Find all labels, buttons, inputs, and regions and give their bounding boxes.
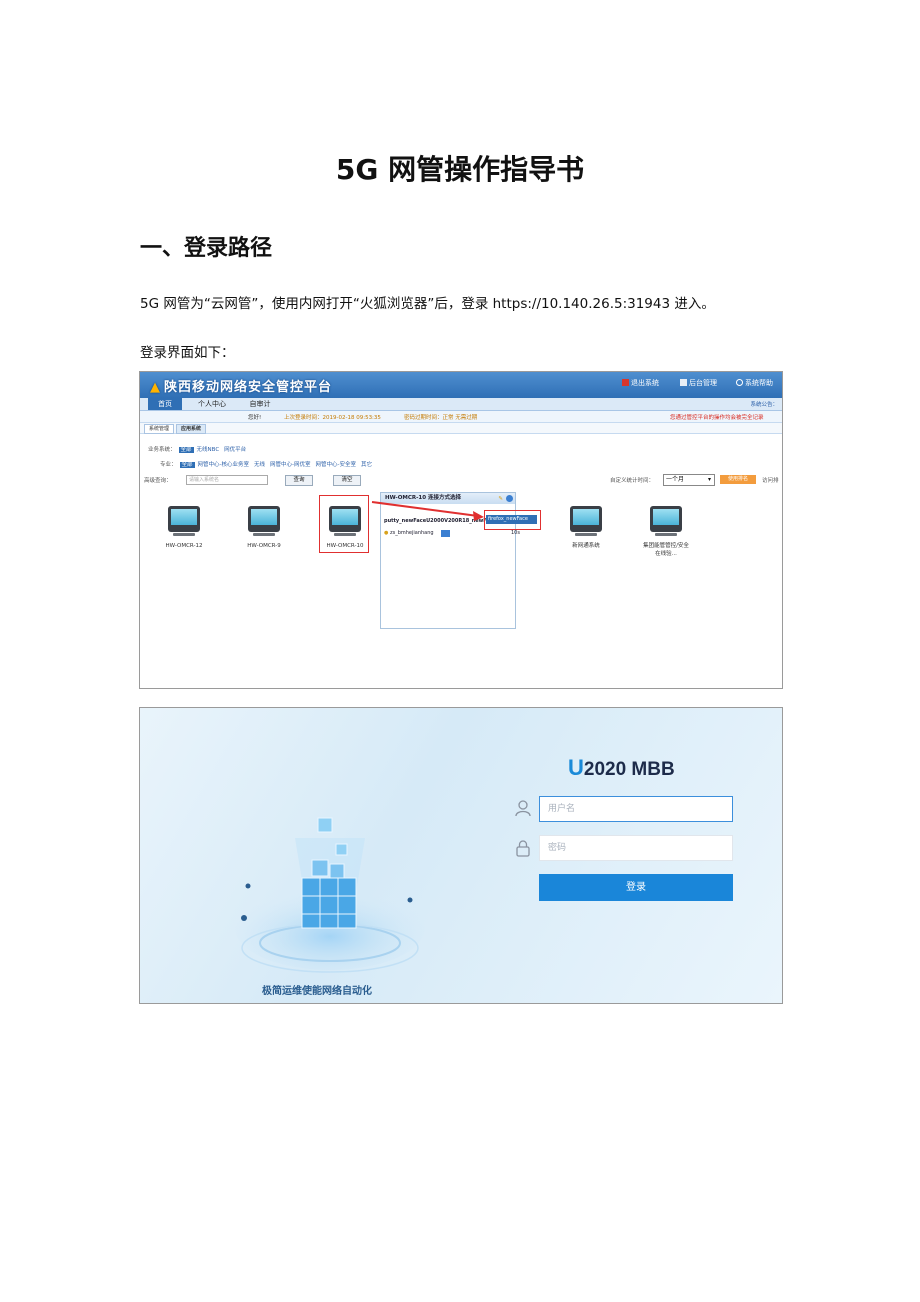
monitor-icon [650, 506, 682, 532]
highlight-box [319, 495, 369, 553]
tile-label-line2: 在线验... [655, 551, 677, 557]
user-icon [515, 800, 531, 817]
info-bar: 您好! 上次登录时间：2019-02-18 09:53:35 密码过期时间：正常… [140, 411, 782, 423]
admin-icon [680, 379, 687, 386]
logout-button[interactable]: 退出系统 [622, 378, 659, 388]
red-arrow-icon [371, 501, 484, 521]
major-optimize[interactable]: 网管中心-网优室 [270, 462, 311, 468]
portal-screenshot: ▲ 陕西移动网络安全管控平台 退出系统 后台管理 系统帮助 首页 个人中心 自审计… [139, 371, 783, 689]
major-other[interactable]: 其它 [361, 462, 372, 468]
password-expiry: 密码过期时间：正常 无需过期 [404, 415, 478, 421]
account-row: ● zs_bmhejianhang [384, 530, 434, 536]
logout-label: 退出系统 [631, 379, 659, 387]
major-label: 专业： [160, 462, 177, 468]
filter-all[interactable]: 全部 [178, 447, 194, 453]
tile-label-line1: 集团能管管控/安全 [643, 543, 689, 549]
last-login: 上次登录时间：2019-02-18 09:53:35 [284, 415, 381, 421]
stat-value: 一个月 [666, 476, 685, 483]
section-heading: 一、登录路径 [140, 236, 273, 261]
stat-label: 自定义统计时间： [610, 478, 655, 484]
portal-header: ▲ 陕西移动网络安全管控平台 退出系统 后台管理 系统帮助 [140, 372, 782, 398]
major-security[interactable]: 网管中心-安全室 [316, 462, 357, 468]
help-icon[interactable] [506, 495, 513, 502]
chevron-down-icon: ▾ [707, 476, 711, 483]
sub-tabs: 系统管理 应用系统 [140, 423, 782, 434]
business-label: 业务系统： [148, 447, 176, 453]
portal-title: 陕西移动网络安全管控平台 [164, 380, 333, 395]
close-icon [622, 379, 629, 386]
portal-nav: 首页 个人中心 自审计 系统公告： [140, 398, 782, 411]
help-button[interactable]: 系统帮助 [736, 378, 773, 388]
help-label: 系统帮助 [745, 379, 773, 387]
business-filter-row: 业务系统： 全部 无线NBC 网优平台 [148, 445, 251, 453]
timeout-value: 10s [511, 530, 520, 536]
system-tile[interactable]: 集团能管管控/安全 在线验... [636, 506, 696, 558]
brand-logo: U2020 MBB [568, 755, 675, 781]
tile-label: 新网通系统 [572, 543, 600, 549]
query-button[interactable]: 查询 [285, 475, 313, 486]
usage-rank-button[interactable]: 使用排名 [720, 475, 756, 484]
clear-button[interactable]: 清空 [333, 475, 361, 486]
lock-icon [516, 840, 530, 857]
account-name: zs_bmhejianhang [389, 530, 434, 536]
stat-period-select[interactable]: 一个月 ▾ [663, 474, 715, 486]
visit-rank-button[interactable]: 访问排 [762, 476, 779, 484]
system-tile[interactable]: HW-OMCR-12 [154, 506, 214, 550]
system-notice: 系统公告： [750, 402, 778, 408]
password-input[interactable]: 密码 [539, 835, 733, 861]
brand-text: 2020 MBB [583, 759, 675, 780]
admin-button[interactable]: 后台管理 [680, 378, 717, 388]
tab-audit[interactable]: 自审计 [242, 398, 278, 410]
major-filter-row: 专业： 全部 网管中心-核心业务室 无线 网管中心-网优室 网管中心-安全室 其它 [160, 460, 377, 468]
monitor-icon [168, 506, 200, 532]
help-icon [736, 379, 743, 386]
account-icon [441, 530, 450, 537]
filter-nbc[interactable]: 无线NBC [197, 447, 220, 453]
monitor-icon [248, 506, 280, 532]
cube-illustration [235, 817, 425, 973]
major-all[interactable]: 全部 [179, 462, 195, 468]
username-input[interactable]: 用户名 [539, 796, 733, 822]
system-tile[interactable]: 新网通系统 [556, 506, 616, 550]
tab-personal[interactable]: 个人中心 [192, 398, 232, 410]
tab-system-manage[interactable]: 系统管理 [144, 424, 175, 434]
greeting: 您好! [248, 415, 262, 421]
query-label: 高级查询： [144, 478, 172, 484]
major-core[interactable]: 网管中心-核心业务室 [198, 462, 250, 468]
tab-home[interactable]: 首页 [148, 398, 182, 410]
slogan: 极简运维使能网络自动化 [262, 986, 372, 997]
tile-label: HW-OMCR-12 [165, 543, 203, 549]
monitor-icon [570, 506, 602, 532]
major-wireless[interactable]: 无线 [254, 462, 265, 468]
login-caption: 登录界面如下： [140, 345, 235, 361]
login-button[interactable]: 登录 [539, 874, 733, 901]
document-title: 5G 网管操作指导书 [335, 153, 585, 186]
admin-label: 后台管理 [689, 379, 717, 387]
key-icon: ✎ [498, 496, 503, 502]
flame-icon: ▲ [150, 380, 161, 395]
intro-paragraph: 5G 网管为“云网管”，使用内网打开“火狐浏览器”后，登录 https://10… [140, 296, 715, 312]
filter-wangyou[interactable]: 网优平台 [224, 447, 246, 453]
brand-mark: U [568, 755, 584, 780]
portal-logo: ▲ 陕西移动网络安全管控平台 [150, 376, 332, 395]
tab-app-system[interactable]: 应用系统 [176, 424, 207, 434]
audit-warning: 您通过管控平台的操作均会被完全记录 [670, 415, 764, 421]
tile-label: 集团能管管控/安全 在线验... [636, 542, 696, 558]
user-icon: ● [384, 530, 389, 536]
tile-label: HW-OMCR-9 [247, 543, 281, 549]
highlight-box [484, 510, 541, 530]
system-tile[interactable]: HW-OMCR-9 [234, 506, 294, 550]
query-input[interactable]: 请输入系统名 [186, 475, 268, 485]
login-screenshot: 极简运维使能网络自动化 U2020 MBB 用户名 密码 登录 [139, 707, 783, 1004]
